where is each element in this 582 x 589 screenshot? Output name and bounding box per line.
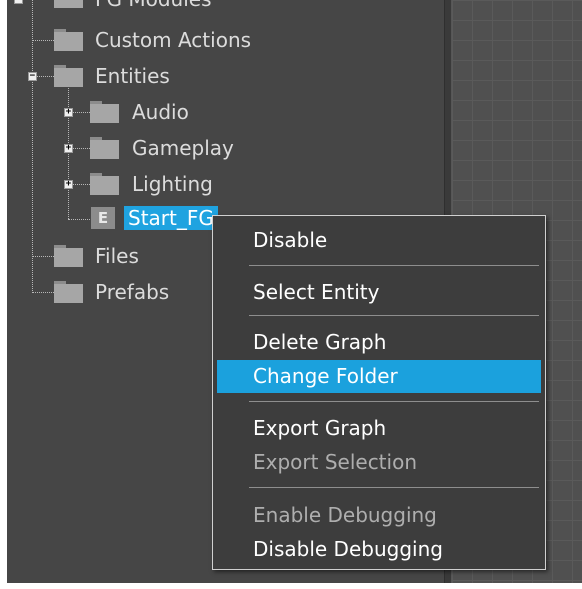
menu-separator <box>249 487 539 488</box>
tree-item-label: Prefabs <box>95 280 170 304</box>
menu-separator <box>249 315 539 316</box>
folder-icon <box>90 101 119 123</box>
tree-guide-line <box>32 40 54 41</box>
tree-guide-line <box>37 76 54 77</box>
folder-icon <box>54 0 83 8</box>
tree-guide-line <box>32 0 33 293</box>
tree-item-label-selected: Start_FG <box>124 206 218 230</box>
menu-item-export-selection: Export Selection <box>253 450 417 474</box>
menu-item-enable-debugging: Enable Debugging <box>253 503 437 527</box>
menu-separator <box>249 265 539 266</box>
folder-icon <box>54 245 83 267</box>
menu-item-select-entity[interactable]: Select Entity <box>217 276 541 309</box>
menu-item-delete-graph[interactable]: Delete Graph <box>217 326 541 359</box>
tree-guide-line <box>73 184 90 185</box>
entity-icon: E <box>91 207 115 229</box>
menu-item-export-graph[interactable]: Export Graph <box>217 412 541 445</box>
expand-toggle[interactable] <box>14 0 23 4</box>
tree-item-label: Custom Actions <box>95 28 252 52</box>
tree-item-label: Audio <box>132 100 189 124</box>
folder-icon <box>54 29 83 51</box>
menu-separator <box>249 401 539 402</box>
folder-icon <box>54 65 83 87</box>
tree-guide-line <box>73 112 90 113</box>
expand-toggle[interactable]: + <box>64 180 73 189</box>
tree-item-label: Files <box>95 244 139 268</box>
tree-guide-line <box>68 219 90 220</box>
folder-icon <box>54 281 83 303</box>
tree-guide-line <box>73 148 90 149</box>
tree-item-label: Gameplay <box>132 136 234 160</box>
tree-item-label: Entities <box>95 64 170 88</box>
expand-toggle[interactable]: + <box>64 144 73 153</box>
folder-icon <box>90 173 119 195</box>
folder-icon <box>90 137 119 159</box>
menu-item-change-folder[interactable]: Change Folder <box>217 360 541 393</box>
menu-item-disable-debugging[interactable]: Disable Debugging <box>217 533 541 566</box>
tree-guide-line <box>32 256 54 257</box>
tree-item-label: FG Modules <box>95 0 212 11</box>
tree-guide-line <box>32 292 54 293</box>
collapse-toggle[interactable]: − <box>28 72 37 81</box>
expand-toggle[interactable]: + <box>64 108 73 117</box>
context-menu: Disable Select Entity Delete Graph Chang… <box>212 215 546 570</box>
menu-item-disable[interactable]: Disable <box>217 224 541 257</box>
tree-item-label: Lighting <box>132 172 213 196</box>
